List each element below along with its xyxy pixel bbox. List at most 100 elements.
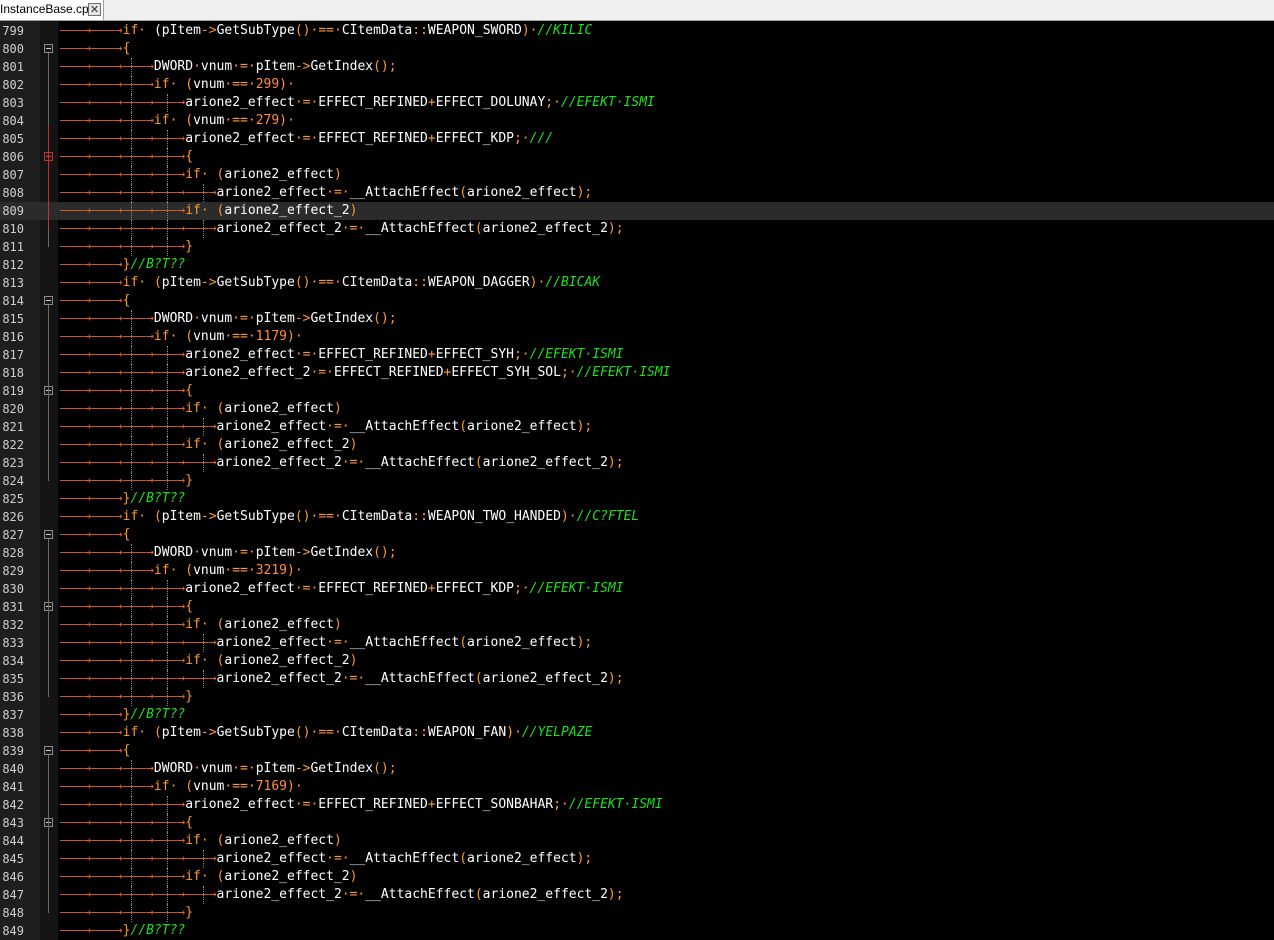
code-line[interactable]: 821 ———→———→———→———→———→arione2_effect·=·… bbox=[0, 418, 1274, 436]
code-line[interactable]: 819 ———→———→———→———→{ bbox=[0, 382, 1274, 400]
code-editor[interactable]: 799 ———→———→if· (pItem->GetSubType()·==·C… bbox=[0, 21, 1274, 940]
code-line[interactable]: 805 ———→———→———→———→arione2_effect·=·EFFE… bbox=[0, 130, 1274, 148]
code-line[interactable]: 812 ———→———→}//B?T?? bbox=[0, 256, 1274, 274]
tab-arrows: ———→———→———→———→———→ bbox=[60, 635, 217, 650]
code-text: ———→———→———→———→arione2_effect_2·=·EFFEC… bbox=[60, 364, 671, 382]
code-line[interactable]: 822 ———→———→———→———→if· (arione2_effect_2… bbox=[0, 436, 1274, 454]
indent-guide bbox=[131, 778, 132, 796]
code-line[interactable]: 830 ———→———→———→———→arione2_effect·=·EFFE… bbox=[0, 580, 1274, 598]
line-number: 823 bbox=[2, 456, 24, 470]
code-token: if bbox=[185, 833, 201, 848]
code-line[interactable]: 827 ———→———→{ bbox=[0, 526, 1274, 544]
code-line[interactable]: 801 ———→———→———→DWORD·vnum·=·pItem->GetIn… bbox=[0, 58, 1274, 76]
code-text: ———→———→———→DWORD·vnum·=·pItem->GetIndex… bbox=[60, 310, 397, 328]
line-number: 831 bbox=[2, 600, 24, 614]
code-line[interactable]: 836 ———→———→———→———→} bbox=[0, 688, 1274, 706]
code-line[interactable]: 842 ———→———→———→———→arione2_effect·=·EFFE… bbox=[0, 796, 1274, 814]
code-line[interactable]: 835 ———→———→———→———→———→arione2_effect_2·… bbox=[0, 670, 1274, 688]
code-token: · bbox=[193, 311, 201, 326]
code-line[interactable]: 849 ———→———→}//B?T?? bbox=[0, 922, 1274, 940]
indent-guide bbox=[131, 472, 132, 490]
code-token: arione2_effect bbox=[224, 401, 334, 416]
code-token: ( bbox=[459, 419, 468, 434]
code-token: CItemData bbox=[341, 509, 413, 524]
code-line[interactable]: 809 ———→———→———→———→if· (arione2_effect_2… bbox=[0, 202, 1274, 220]
close-icon[interactable]: ✕ bbox=[88, 3, 101, 16]
code-line[interactable]: 843 ———→———→———→———→{ bbox=[0, 814, 1274, 832]
code-line[interactable]: 840 ———→———→———→DWORD·vnum·=·pItem->GetIn… bbox=[0, 760, 1274, 778]
code-line[interactable]: 848 ———→———→———→———→} bbox=[0, 904, 1274, 922]
code-line[interactable]: 804 ———→———→———→if· (vnum·==·279)· bbox=[0, 112, 1274, 130]
code-token: vnum bbox=[193, 563, 225, 578]
code-line[interactable]: 807 ———→———→———→———→if· (arione2_effect) bbox=[0, 166, 1274, 184]
code-token: CItemData bbox=[341, 23, 413, 38]
code-line[interactable]: 847 ———→———→———→———→———→arione2_effect_2·… bbox=[0, 886, 1274, 904]
code-token: arione2_effect bbox=[185, 347, 295, 362]
code-line[interactable]: 825 ———→———→}//B?T?? bbox=[0, 490, 1274, 508]
code-token: 299 bbox=[255, 77, 280, 92]
code-line[interactable]: 806 ———→———→———→———→{ bbox=[0, 148, 1274, 166]
code-line[interactable]: 838 ———→———→if· (pItem->GetSubType()·==·C… bbox=[0, 724, 1274, 742]
code-line[interactable]: 803 ———→———→———→———→arione2_effect·=·EFFE… bbox=[0, 94, 1274, 112]
line-number: 842 bbox=[2, 798, 24, 812]
code-line[interactable]: 846 ———→———→———→———→if· (arione2_effect_2… bbox=[0, 868, 1274, 886]
fold-toggle-icon[interactable] bbox=[44, 746, 53, 755]
tab-arrows: ———→———→———→ bbox=[60, 77, 154, 92]
code-token: ·==· bbox=[224, 113, 256, 128]
code-token: -> bbox=[294, 761, 311, 776]
code-line[interactable]: 832 ———→———→———→———→if· (arione2_effect) bbox=[0, 616, 1274, 634]
code-line[interactable]: 837 ———→———→}//B?T?? bbox=[0, 706, 1274, 724]
code-line[interactable]: 814 ———→———→{ bbox=[0, 292, 1274, 310]
code-text: ———→———→———→———→———→arione2_effect_2·=·_… bbox=[60, 886, 624, 904]
code-line[interactable]: 826 ———→———→if· (pItem->GetSubType()·==·C… bbox=[0, 508, 1274, 526]
code-text: ———→———→———→———→———→arione2_effect_2·=·_… bbox=[60, 454, 624, 472]
line-number: 846 bbox=[2, 870, 24, 884]
code-line[interactable]: 820 ———→———→———→———→if· (arione2_effect) bbox=[0, 400, 1274, 418]
code-token: arione2_effect bbox=[467, 851, 577, 866]
code-line[interactable]: 844 ———→———→———→———→if· (arione2_effect) bbox=[0, 832, 1274, 850]
fold-toggle-icon[interactable] bbox=[44, 296, 53, 305]
code-line[interactable]: 811 ———→———→———→———→} bbox=[0, 238, 1274, 256]
indent-guide bbox=[131, 580, 132, 598]
line-number: 849 bbox=[2, 924, 24, 938]
code-line[interactable]: 816 ———→———→———→if· (vnum·==·1179)· bbox=[0, 328, 1274, 346]
code-line[interactable]: 831 ———→———→———→———→{ bbox=[0, 598, 1274, 616]
code-line[interactable]: 810 ———→———→———→———→———→arione2_effect_2·… bbox=[0, 220, 1274, 238]
code-line[interactable]: 815 ———→———→———→DWORD·vnum·=·pItem->GetIn… bbox=[0, 310, 1274, 328]
code-line[interactable]: 813 ———→———→if· (pItem->GetSubType()·==·C… bbox=[0, 274, 1274, 292]
indent-guide bbox=[203, 634, 204, 652]
line-number: 829 bbox=[2, 564, 24, 578]
code-token: } bbox=[185, 905, 194, 920]
code-line[interactable]: 834 ———→———→———→———→if· (arione2_effect_2… bbox=[0, 652, 1274, 670]
code-line[interactable]: 799 ———→———→if· (pItem->GetSubType()·==·C… bbox=[0, 22, 1274, 40]
code-line[interactable]: 829 ———→———→———→if· (vnum·==·3219)· bbox=[0, 562, 1274, 580]
code-token: arione2_effect bbox=[224, 833, 334, 848]
code-token: ;· bbox=[513, 347, 530, 362]
code-line[interactable]: 845 ———→———→———→———→———→arione2_effect·=·… bbox=[0, 850, 1274, 868]
code-line[interactable]: 841 ———→———→———→if· (vnum·==·7169)· bbox=[0, 778, 1274, 796]
code-text: ———→———→———→if· (vnum·==·1179)· bbox=[60, 328, 303, 346]
code-token: arione2_effect bbox=[216, 635, 327, 650]
indent-guide bbox=[131, 112, 132, 130]
code-line[interactable]: 817 ———→———→———→———→arione2_effect·=·EFFE… bbox=[0, 346, 1274, 364]
code-line[interactable]: 800 ———→———→{ bbox=[0, 40, 1274, 58]
code-line[interactable]: 833 ———→———→———→———→———→arione2_effect·=·… bbox=[0, 634, 1274, 652]
fold-toggle-icon[interactable] bbox=[44, 44, 53, 53]
tab-instancebase-cpp[interactable]: InstanceBase.cpp ✕ bbox=[0, 0, 104, 20]
code-line[interactable]: 824 ———→———→———→———→} bbox=[0, 472, 1274, 490]
code-token: //EFEKT·ISMI bbox=[529, 581, 624, 596]
code-line[interactable]: 839 ———→———→{ bbox=[0, 742, 1274, 760]
code-line[interactable]: 808 ———→———→———→———→———→arione2_effect·=·… bbox=[0, 184, 1274, 202]
code-line[interactable]: 818 ———→———→———→———→arione2_effect_2·=·EF… bbox=[0, 364, 1274, 382]
code-line[interactable]: 828 ———→———→———→DWORD·vnum·=·pItem->GetIn… bbox=[0, 544, 1274, 562]
code-token: ); bbox=[607, 671, 624, 686]
code-token: ()·==· bbox=[294, 725, 342, 740]
code-line[interactable]: 823 ———→———→———→———→———→arione2_effect_2·… bbox=[0, 454, 1274, 472]
code-token: if bbox=[185, 653, 201, 668]
indent-guide bbox=[131, 814, 132, 832]
code-token: __AttachEffect bbox=[365, 887, 475, 902]
code-token: )· bbox=[506, 725, 522, 740]
line-number: 844 bbox=[2, 834, 24, 848]
fold-toggle-icon[interactable] bbox=[44, 530, 53, 539]
code-line[interactable]: 802 ———→———→———→if· (vnum·==·299)· bbox=[0, 76, 1274, 94]
